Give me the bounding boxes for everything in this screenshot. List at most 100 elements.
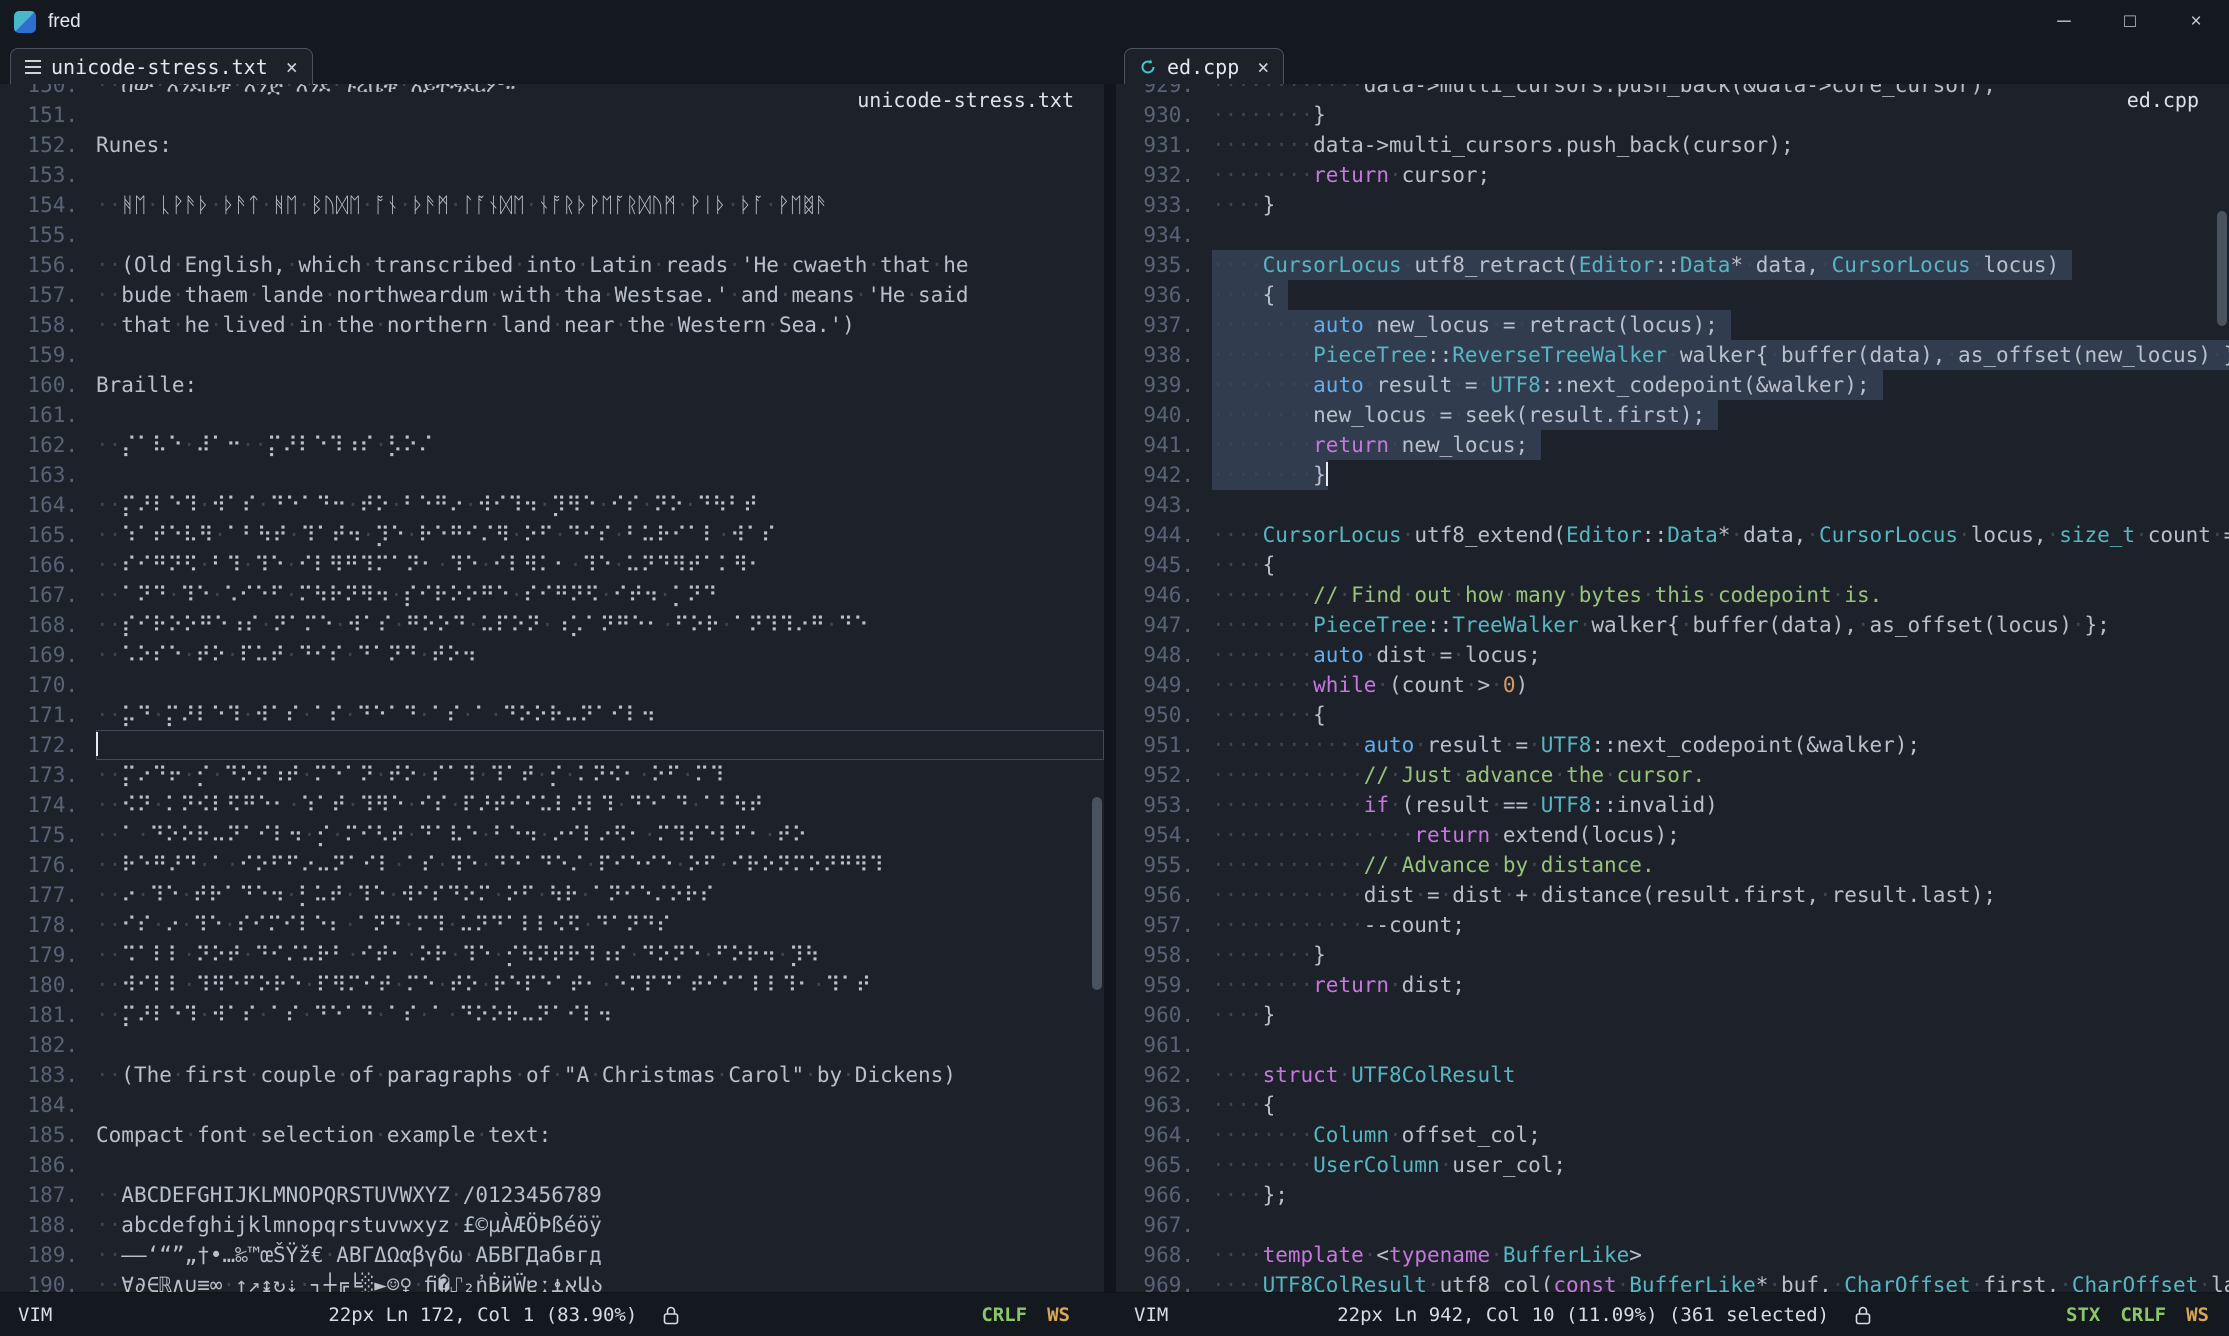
- editor-line[interactable]: 936.····{: [1116, 280, 2229, 310]
- editor-line[interactable]: 168.··⡎⠊⠗⠕⠕⠛⠑⠰⠎·⠝⠁⠍⠑·⠺⠁⠎·⠛⠕⠕⠙·⠥⠏⠕⠝·⠰⡡⠁⠝⠛…: [0, 610, 1104, 640]
- maximize-button[interactable]: □: [2097, 0, 2163, 44]
- editor-line[interactable]: 190.··∀∂∈ℝ∧∪≡∞·↑↗↨↻⇣·┐┼╔╘░►☺♀·ﬁ�⑀₂ἠḂӥẄɐː…: [0, 1270, 1104, 1292]
- editor-line[interactable]: 945.····{: [1116, 550, 2229, 580]
- editor-line[interactable]: 962.····struct·UTF8ColResult: [1116, 1060, 2229, 1090]
- editor-line[interactable]: 188.··abcdefghijklmnopqrstuvwxyz·£©µÀÆÖÞ…: [0, 1210, 1104, 1240]
- editor-line[interactable]: 170.: [0, 670, 1104, 700]
- editor-line[interactable]: 953.············if·(result·==·UTF8::inva…: [1116, 790, 2229, 820]
- editor-line[interactable]: 944.····CursorLocus·utf8_extend(Editor::…: [1116, 520, 2229, 550]
- editor-line[interactable]: 935.····CursorLocus·utf8_retract(Editor:…: [1116, 250, 2229, 280]
- editor-line[interactable]: 967.: [1116, 1210, 2229, 1240]
- editor-line[interactable]: 932.········return·cursor;: [1116, 160, 2229, 190]
- left-scrollbar[interactable]: [1090, 84, 1104, 1292]
- editor-line[interactable]: 161.: [0, 400, 1104, 430]
- editor-line[interactable]: 174.··⠪⠝·⠅⠝⠪⠇⠫⠛⠑⠂·⠱⠁⠞·⠹⠻⠑·⠊⠎·⠏⠜⠞⠊⠊⠥⠇⠜⠇⠹·…: [0, 790, 1104, 820]
- editor-line[interactable]: 952.············//·Just·advance·the·curs…: [1116, 760, 2229, 790]
- editor-line[interactable]: 938.········PieceTree::ReverseTreeWalker…: [1116, 340, 2229, 370]
- right-editor-pane[interactable]: ed.cpp 929.············data->multi_curso…: [1116, 84, 2229, 1292]
- tab-ed-cpp[interactable]: ed.cpp ×: [1124, 48, 1284, 84]
- editor-line[interactable]: 155.: [0, 220, 1104, 250]
- editor-line[interactable]: 959.········return·dist;: [1116, 970, 2229, 1000]
- editor-line[interactable]: 176.··⠗⠑⠛⠜⠙·⠁·⠊⠕⠋⠋⠔⠤⠝⠁⠊⠇·⠁⠎·⠹⠑·⠙⠑⠁⠙⠑⠌·⠏⠊…: [0, 850, 1104, 880]
- editor-line[interactable]: 157.··bude·thaem·lande·northweardum·with…: [0, 280, 1104, 310]
- editor-line[interactable]: 940.········new_locus·=·seek(result.firs…: [1116, 400, 2229, 430]
- editor-line[interactable]: 956.············dist·=·dist·+·distance(r…: [1116, 880, 2229, 910]
- left-editor-pane[interactable]: unicode-stress.txt 150.··ሰው·እንደቤቱ·እንጅ·እን…: [0, 84, 1104, 1292]
- editor-line[interactable]: 960.····}: [1116, 1000, 2229, 1030]
- editor-line[interactable]: 964.········Column·offset_col;: [1116, 1120, 2229, 1150]
- status-flag-ws[interactable]: WS: [2186, 1304, 2209, 1326]
- editor-line[interactable]: 159.: [0, 340, 1104, 370]
- minimize-button[interactable]: ─: [2031, 0, 2097, 44]
- editor-line[interactable]: 166.··⠎⠊⠛⠝⠫·⠃⠹·⠹⠑·⠊⠇⠻⠛⠹⠍⠁⠝⠂·⠹⠑·⠊⠇⠻⠅⠂·⠹⠑·…: [0, 550, 1104, 580]
- editor-line[interactable]: 187.··ABCDEFGHIJKLMNOPQRSTUVWXYZ·/012345…: [0, 1180, 1104, 1210]
- editor-line[interactable]: 182.: [0, 1030, 1104, 1060]
- editor-line[interactable]: 931.········data->multi_cursors.push_bac…: [1116, 130, 2229, 160]
- status-flag-crlf[interactable]: CRLF: [981, 1304, 1027, 1326]
- editor-line[interactable]: 167.··⠁⠝⠙·⠹⠑·⠡⠊⠑⠋·⠍⠳⠗⠝⠻⠲·⡎⠊⠗⠕⠕⠛⠑·⠎⠊⠛⠝⠫·⠊…: [0, 580, 1104, 610]
- editor-line[interactable]: 185.Compact·font·selection·example·text:: [0, 1120, 1104, 1150]
- editor-line[interactable]: 943.: [1116, 490, 2229, 520]
- tab-unicode-stress-txt[interactable]: unicode-stress.txt ×: [10, 48, 313, 84]
- tab-close-icon[interactable]: ×: [286, 55, 298, 79]
- editor-line[interactable]: 968.····template·<typename·BufferLike>: [1116, 1240, 2229, 1270]
- editor-line[interactable]: 930.········}: [1116, 100, 2229, 130]
- editor-line[interactable]: 183.··(The·first·couple·of·paragraphs·of…: [0, 1060, 1104, 1090]
- editor-line[interactable]: 152.Runes:: [0, 130, 1104, 160]
- editor-line[interactable]: 189.··–—‘“”„†•…‰™œŠŸž€·ΑΒΓΔΩαβγδω·АБВГДа…: [0, 1240, 1104, 1270]
- editor-line[interactable]: 969.····UTF8ColResult·utf8_col(const·Buf…: [1116, 1270, 2229, 1292]
- editor-line[interactable]: 949.········while·(count·>·0): [1116, 670, 2229, 700]
- editor-line[interactable]: 946.········//·Find·out·how·many·bytes·t…: [1116, 580, 2229, 610]
- editor-line[interactable]: 186.: [0, 1150, 1104, 1180]
- editor-line[interactable]: 164.··⡍⠜⠇⠑⠹·⠺⠁⠎·⠙⠑⠁⠙⠒·⠞⠕·⠃⠑⠛⠔·⠺⠊⠹⠲·⡹⠻⠑·⠊…: [0, 490, 1104, 520]
- editor-line[interactable]: 951.············auto·result·=·UTF8::next…: [1116, 730, 2229, 760]
- editor-line[interactable]: 181.··⡍⠜⠇⠑⠹·⠺⠁⠎·⠁⠎·⠙⠑⠁⠙·⠁⠎·⠁·⠙⠕⠕⠗⠤⠝⠁⠊⠇⠲: [0, 1000, 1104, 1030]
- editor-line[interactable]: 154.··ᚻᛖ·ᚳᚹᚫᚦ·ᚦᚫᛏ·ᚻᛖ·ᛒᚢᛞᛖ·ᚩᚾ·ᚦᚫᛗ·ᛚᚪᚾᛞᛖ·ᚾ…: [0, 190, 1104, 220]
- editor-line[interactable]: 169.··⠡⠕⠎⠑·⠞⠕·⠏⠥⠞·⠙⠊⠎·⠙⠁⠝⠙·⠞⠕⠲: [0, 640, 1104, 670]
- editor-line[interactable]: 153.: [0, 160, 1104, 190]
- editor-line[interactable]: 175.··⠁·⠙⠕⠕⠗⠤⠝⠁⠊⠇⠲·⡊·⠍⠊⠣⠞·⠙⠁⠧⠑·⠃⠑⠲·⠔⠊⠇⠔⠫…: [0, 820, 1104, 850]
- editor-line[interactable]: 942.········}: [1116, 460, 2229, 490]
- editor-line[interactable]: 961.: [1116, 1030, 2229, 1060]
- status-flag-crlf[interactable]: CRLF: [2120, 1304, 2166, 1326]
- close-button[interactable]: ×: [2163, 0, 2229, 44]
- scrollbar-thumb[interactable]: [1092, 797, 1102, 990]
- editor-line[interactable]: 963.····{: [1116, 1090, 2229, 1120]
- editor-line[interactable]: 954.················return·extend(locus)…: [1116, 820, 2229, 850]
- editor-line[interactable]: 948.········auto·dist·=·locus;: [1116, 640, 2229, 670]
- editor-line[interactable]: 950.········{: [1116, 700, 2229, 730]
- editor-line[interactable]: 160.Braille:: [0, 370, 1104, 400]
- editor-line[interactable]: 958.········}: [1116, 940, 2229, 970]
- editor-line[interactable]: 178.··⠊⠎·⠔·⠹⠑·⠎⠊⠍⠊⠇⠑⠆·⠁⠝⠙·⠍⠹·⠥⠝⠙⠁⠇⠇⠪⠫·⠙⠁…: [0, 910, 1104, 940]
- editor-line[interactable]: 173.··⡍⠔⠙⠖·⡊·⠙⠕⠝⠰⠞·⠍⠑⠁⠝·⠞⠕·⠎⠁⠹·⠹⠁⠞·⡊·⠅⠝⠪…: [0, 760, 1104, 790]
- editor-line[interactable]: 177.··⠔·⠹⠑·⠞⠗⠁⠙⠑⠲·⡃⠥⠞·⠹⠑·⠺⠊⠎⠙⠕⠍·⠕⠋·⠳⠗·⠁⠝…: [0, 880, 1104, 910]
- editor-line[interactable]: 933.····}: [1116, 190, 2229, 220]
- editor-line[interactable]: 934.: [1116, 220, 2229, 250]
- editor-line[interactable]: 163.: [0, 460, 1104, 490]
- editor-line[interactable]: 937.········auto·new_locus·=·retract(loc…: [1116, 310, 2229, 340]
- editor-line[interactable]: 965.········UserColumn·user_col;: [1116, 1150, 2229, 1180]
- editor-line[interactable]: 966.····};: [1116, 1180, 2229, 1210]
- editor-line[interactable]: 929.············data->multi_cursors.push…: [1116, 84, 2229, 100]
- editor-line[interactable]: 171.··⡥⠙·⡍⠜⠇⠑⠹·⠺⠁⠎·⠁⠎·⠙⠑⠁⠙·⠁⠎·⠁·⠙⠕⠕⠗⠤⠝⠁⠊…: [0, 700, 1104, 730]
- right-scrollbar[interactable]: [2215, 84, 2229, 1292]
- editor-line[interactable]: 156.··(Old·English,·which·transcribed·in…: [0, 250, 1104, 280]
- editor-line[interactable]: 955.············//·Advance·by·distance.: [1116, 850, 2229, 880]
- editor-line[interactable]: 172.: [0, 730, 1104, 760]
- line-number: 941.: [1116, 430, 1212, 460]
- editor-line[interactable]: 939.········auto·result·=·UTF8::next_cod…: [1116, 370, 2229, 400]
- editor-line[interactable]: 947.········PieceTree::TreeWalker·walker…: [1116, 610, 2229, 640]
- editor-line[interactable]: 158.··that·he·lived·in·the·northern·land…: [0, 310, 1104, 340]
- editor-line[interactable]: 184.: [0, 1090, 1104, 1120]
- pane-divider[interactable]: [1104, 84, 1116, 1292]
- editor-line[interactable]: 165.··⠱⠁⠞⠑⠧⠻·⠁⠃⠳⠞·⠹⠁⠞⠲·⡹⠑·⠗⠑⠛⠊⠌⠻·⠕⠋·⠙⠊⠎·…: [0, 520, 1104, 550]
- editor-line[interactable]: 162.··⡌⠁⠧⠑·⠼⠁⠒··⡍⠜⠇⠑⠹⠰⠎·⡣⠕⠌: [0, 430, 1104, 460]
- editor-line[interactable]: 957.············--count;: [1116, 910, 2229, 940]
- scrollbar-thumb[interactable]: [2217, 211, 2227, 326]
- status-flag-ws[interactable]: WS: [1047, 1304, 1070, 1326]
- tab-close-icon[interactable]: ×: [1257, 55, 1269, 79]
- editor-line[interactable]: 179.··⠩⠁⠇⠇·⠝⠕⠞·⠙⠊⠌⠥⠗⠃·⠊⠞⠂·⠕⠗·⠹⠑·⡊⠳⠝⠞⠗⠹⠰⠎…: [0, 940, 1104, 970]
- editor-line[interactable]: 941.········return·new_locus;: [1116, 430, 2229, 460]
- editor-line[interactable]: 180.··⠺⠊⠇⠇·⠹⠻⠑⠋⠕⠗⠑·⠏⠻⠍⠊⠞·⠍⠑·⠞⠕·⠗⠑⠏⠑⠁⠞⠂·⠑…: [0, 970, 1104, 1000]
- status-flag-stx[interactable]: STX: [2066, 1304, 2100, 1326]
